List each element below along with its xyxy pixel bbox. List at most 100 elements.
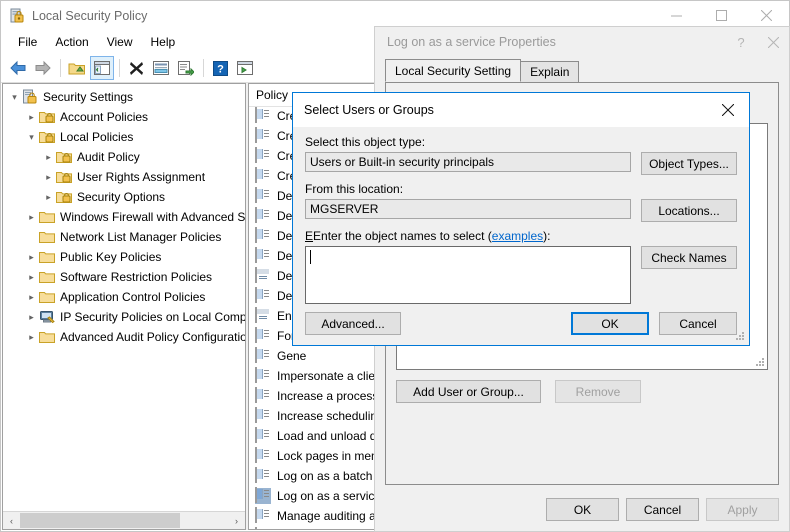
tree-item-content: IP Security Policies on Local Compute xyxy=(39,307,245,327)
chevron-right-icon[interactable]: ▸ xyxy=(24,247,39,267)
tree-item-content: Application Control Policies xyxy=(39,287,209,307)
policy-icon xyxy=(255,187,271,204)
tree-item-content: Account Policies xyxy=(39,107,152,127)
tab-local-security-setting[interactable]: Local Security Setting xyxy=(385,59,522,82)
tree-item-content: Network List Manager Policies xyxy=(39,227,225,247)
chevron-right-icon[interactable]: ▸ xyxy=(41,167,56,187)
policy-icon xyxy=(255,127,271,144)
member-buttons-row: Add User or Group... Remove xyxy=(396,380,768,403)
scroll-left-arrow-icon[interactable]: ‹ xyxy=(3,512,20,529)
properties-tab-strip: Local Security Setting Explain xyxy=(375,59,789,82)
tree-item-audit-policy[interactable]: ▸ Audit Policy xyxy=(3,147,245,167)
locations-button[interactable]: Locations... xyxy=(641,199,737,222)
tree-scroll-area: ▾ Security Settings ▸ Account Policies ▾… xyxy=(3,84,245,511)
menu-file[interactable]: File xyxy=(9,32,46,52)
resize-grip-icon xyxy=(755,357,766,368)
forward-icon[interactable] xyxy=(31,56,55,80)
back-icon[interactable] xyxy=(6,56,30,80)
examples-link[interactable]: examples xyxy=(492,229,543,243)
tree-item-ip-security-policies-on-local-compute[interactable]: ▸ IP Security Policies on Local Compute xyxy=(3,307,245,327)
tree-item-local-policies[interactable]: ▾ Local Policies xyxy=(3,127,245,147)
tree-label: Local Policies xyxy=(60,130,134,144)
policy-icon xyxy=(255,467,271,484)
chevron-right-icon[interactable]: ▸ xyxy=(24,267,39,287)
tree-item-application-control-policies[interactable]: ▸ Application Control Policies xyxy=(3,287,245,307)
tree-item-content: Local Policies xyxy=(39,127,137,147)
tree-label: Software Restriction Policies xyxy=(60,270,213,284)
tree-horizontal-scrollbar[interactable]: ‹ › xyxy=(3,511,245,529)
location-label: From this location: xyxy=(305,182,404,196)
chevron-right-icon[interactable]: ▸ xyxy=(41,147,56,167)
policy-name: Gene xyxy=(277,349,307,363)
folder-lock-icon xyxy=(39,129,55,145)
location-row: MGSERVER Locations... xyxy=(305,199,737,222)
policy-icon xyxy=(255,407,271,424)
chevron-right-icon[interactable]: ▸ xyxy=(41,187,56,207)
chevron-none xyxy=(24,227,39,247)
menu-action[interactable]: Action xyxy=(46,32,97,52)
policy-name: Manage auditing an xyxy=(277,509,383,523)
properties-ok-button[interactable]: OK xyxy=(546,498,619,521)
chevron-down-icon[interactable]: ▾ xyxy=(24,127,39,147)
chevron-right-icon[interactable]: ▸ xyxy=(24,107,39,127)
tree-label: Network List Manager Policies xyxy=(60,230,222,244)
chevron-right-icon[interactable]: ▸ xyxy=(24,287,39,307)
show-hide-tree-icon[interactable] xyxy=(90,56,114,80)
tree-root: ▾ Security Settings ▸ Account Policies ▾… xyxy=(3,84,245,347)
advanced-button[interactable]: Advanced... xyxy=(305,312,401,335)
folder-lock-icon xyxy=(56,149,72,165)
menu-help[interactable]: Help xyxy=(142,32,185,52)
chevron-expanded-icon[interactable]: ▾ xyxy=(7,87,22,107)
properties-apply-button: Apply xyxy=(706,498,779,521)
select-cancel-button[interactable]: Cancel xyxy=(659,312,737,335)
menu-view[interactable]: View xyxy=(98,32,142,52)
window-title: Local Security Policy xyxy=(32,8,148,23)
policy-icon xyxy=(255,447,271,464)
chevron-right-icon[interactable]: ▸ xyxy=(24,207,39,227)
tree-item-account-policies[interactable]: ▸ Account Policies xyxy=(3,107,245,127)
object-type-row: Users or Built-in security principals Ob… xyxy=(305,152,737,175)
tree-label: Account Policies xyxy=(60,110,149,124)
select-ok-button[interactable]: OK xyxy=(571,312,649,335)
policy-icon xyxy=(255,147,271,164)
tree-item-network-list-manager-policies[interactable]: Network List Manager Policies xyxy=(3,227,245,247)
object-types-button[interactable]: Object Types... xyxy=(641,152,737,175)
tree-item-advanced-audit-policy-configuration[interactable]: ▸ Advanced Audit Policy Configuration xyxy=(3,327,245,347)
scroll-track[interactable] xyxy=(20,512,228,529)
select-dialog-close-button[interactable] xyxy=(707,94,749,126)
view-list-icon[interactable] xyxy=(233,56,257,80)
policy-icon xyxy=(255,347,271,364)
scroll-thumb[interactable] xyxy=(20,513,181,528)
policy-server-icon xyxy=(255,307,271,324)
tree-item-security-options[interactable]: ▸ Security Options xyxy=(3,187,245,207)
tree-item-content: Windows Firewall with Advanced Secu xyxy=(39,207,245,227)
properties-help-button[interactable]: ? xyxy=(725,27,757,57)
policy-icon xyxy=(255,207,271,224)
tree-label: Windows Firewall with Advanced Secu xyxy=(60,210,245,224)
up-one-level-icon[interactable] xyxy=(65,56,89,80)
tab-explain[interactable]: Explain xyxy=(520,61,580,82)
policy-icon xyxy=(255,487,271,504)
tree-item-security-settings[interactable]: ▾ Security Settings xyxy=(3,87,245,107)
add-user-or-group-button[interactable]: Add User or Group... xyxy=(396,380,541,403)
tree-item-user-rights-assignment[interactable]: ▸ User Rights Assignment xyxy=(3,167,245,187)
policy-icon xyxy=(255,287,271,304)
help-icon[interactable]: ? xyxy=(208,56,232,80)
policy-icon xyxy=(255,427,271,444)
properties-cancel-button[interactable]: Cancel xyxy=(626,498,699,521)
properties-icon[interactable] xyxy=(149,56,173,80)
object-names-input[interactable] xyxy=(305,246,631,304)
export-list-icon[interactable] xyxy=(174,56,198,80)
check-names-button[interactable]: Check Names xyxy=(641,246,737,269)
delete-icon[interactable] xyxy=(124,56,148,80)
scroll-right-arrow-icon[interactable]: › xyxy=(228,512,245,529)
tree-item-software-restriction-policies[interactable]: ▸ Software Restriction Policies xyxy=(3,267,245,287)
properties-close-button[interactable] xyxy=(757,27,789,57)
chevron-right-icon[interactable]: ▸ xyxy=(24,327,39,347)
tree-item-public-key-policies[interactable]: ▸ Public Key Policies xyxy=(3,247,245,267)
policy-name: Impersonate a client xyxy=(277,369,386,383)
tree-item-windows-firewall-with-advanced-secu[interactable]: ▸ Windows Firewall with Advanced Secu xyxy=(3,207,245,227)
object-names-label-accel: E xyxy=(305,229,314,243)
chevron-right-icon[interactable]: ▸ xyxy=(24,307,39,327)
svg-text:?: ? xyxy=(217,63,224,75)
